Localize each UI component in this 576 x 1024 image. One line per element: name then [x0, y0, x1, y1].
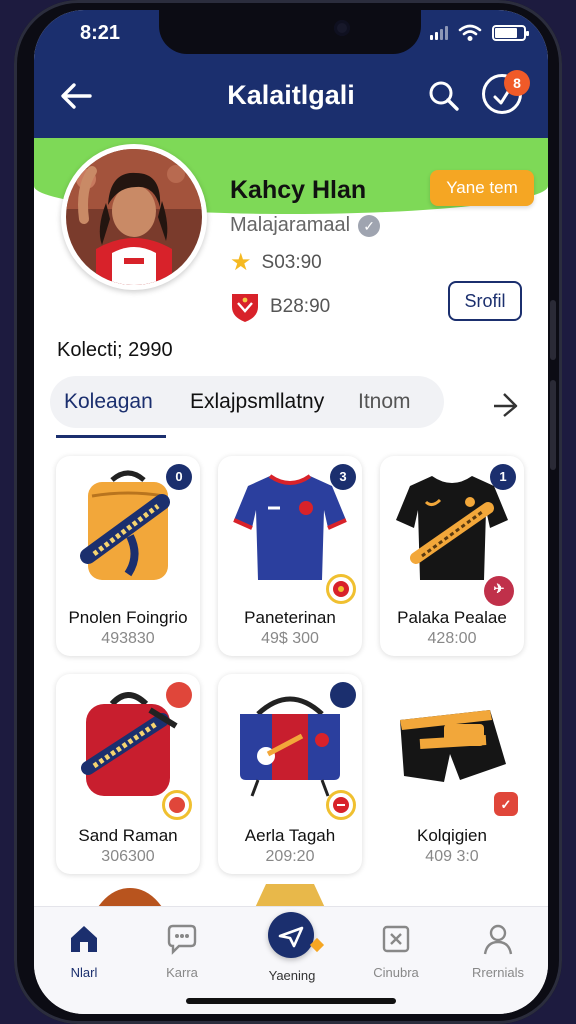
profile-handle-row: Malajaramaal ✓: [230, 214, 381, 237]
item-name: Palaka Pealae: [397, 608, 507, 627]
nav-label: Yaening: [268, 968, 316, 983]
send-icon[interactable]: [490, 390, 522, 420]
item-name: Pnolen Foingrio: [68, 608, 188, 627]
item-card[interactable]: Sand Raman 306300: [56, 674, 200, 874]
nav-label: Rrernials: [471, 965, 524, 980]
club-badge-icon: [162, 790, 192, 820]
item-count-badge: [166, 682, 192, 708]
item-card[interactable]: 3 Paneterinan 49$ 300: [218, 456, 362, 656]
item-card[interactable]: 1 ✈ Palaka Pealae 428:00: [380, 456, 524, 656]
item-count-badge: 0: [166, 464, 192, 490]
profile-button[interactable]: Srofil: [448, 281, 522, 321]
nav-club[interactable]: Cinubra: [356, 922, 436, 980]
signal-icon: [430, 26, 448, 40]
wifi-icon: [458, 24, 482, 41]
nav-label: Karra: [166, 965, 198, 980]
search-icon[interactable]: [426, 78, 462, 114]
profile-handle: Malajaramaal: [230, 214, 351, 236]
star-icon: ★: [230, 249, 252, 276]
club-crest-icon: [232, 294, 258, 322]
avatar[interactable]: [61, 144, 207, 290]
nav-profile[interactable]: Rrernials: [458, 922, 538, 980]
nav-label: Nlarl: [70, 965, 98, 980]
home-icon: [71, 926, 97, 952]
item-name: Sand Raman: [78, 826, 178, 845]
item-name: Aerla Tagah: [244, 826, 336, 845]
notch: [159, 10, 421, 54]
item-card[interactable]: 0 Pnolen Foingrio 493830: [56, 456, 200, 656]
status-time: 8:21: [80, 22, 121, 44]
club-stat: B28:90: [230, 291, 330, 323]
item-card[interactable]: ✓ Kolqigien 409 3:0: [380, 674, 524, 874]
item-price: 209:20: [265, 848, 315, 865]
tab-exlajpsmllatny[interactable]: Exlajpsmllatny: [190, 390, 324, 414]
volume-button: [550, 300, 556, 360]
item-count-badge: 1: [490, 464, 516, 490]
club-badge-icon: [326, 790, 356, 820]
box-icon: [382, 925, 410, 953]
player-photo: [66, 149, 202, 285]
item-count-badge: [330, 682, 356, 708]
item-count-badge: 3: [330, 464, 356, 490]
item-card[interactable]: Aerla Tagah 209:20: [218, 674, 362, 874]
item-name: Paneterinan: [244, 608, 336, 627]
item-price: 428:00: [427, 630, 477, 647]
item-price: 493830: [101, 630, 155, 647]
shorts-black-image: [400, 710, 506, 782]
club-badge-icon: ✓: [494, 792, 518, 816]
battery-icon: [492, 25, 529, 41]
power-button: [550, 380, 556, 470]
club-badge-icon: ✈: [484, 576, 514, 606]
chat-bubble-icon: [167, 924, 197, 955]
profile-name: Kahcy Hlan: [230, 176, 367, 204]
club-value: B28:90: [270, 296, 331, 317]
follow-button[interactable]: Yane tem: [430, 170, 534, 206]
notification-badge: 8: [504, 70, 530, 96]
collection-count: Kolecti; 2990: [57, 339, 173, 361]
points-stat: ★ S03:90: [230, 248, 322, 277]
home-indicator: [186, 998, 396, 1004]
nav-training[interactable]: Yaening: [252, 964, 332, 983]
points-value: S03:90: [261, 251, 322, 273]
active-tab-indicator: [56, 435, 166, 438]
send-plane-icon: [278, 926, 304, 948]
tab-itnom[interactable]: Itnom: [358, 390, 411, 414]
status-icons: [430, 24, 529, 42]
nav-label: Cinubra: [373, 965, 419, 980]
nav-chat[interactable]: Karra: [142, 922, 222, 980]
tab-koleagan[interactable]: Koleagan: [64, 390, 153, 414]
club-badge-icon: [326, 574, 356, 604]
item-price: 49$ 300: [261, 630, 319, 647]
item-name: Kolqigien: [417, 826, 487, 845]
item-price: 409 3:0: [425, 848, 479, 865]
user-icon: [483, 924, 513, 955]
app-screen: 8:21 Kalaitlgali 8 Kahcy Hlan Malajarama…: [34, 10, 548, 1014]
verified-check-icon: ✓: [358, 214, 381, 237]
front-camera: [334, 20, 350, 36]
nav-center-button[interactable]: [268, 912, 314, 958]
item-price: 306300: [101, 848, 155, 865]
nav-home[interactable]: Nlarl: [44, 922, 124, 980]
page-title: Kalaitlgali: [227, 80, 355, 110]
